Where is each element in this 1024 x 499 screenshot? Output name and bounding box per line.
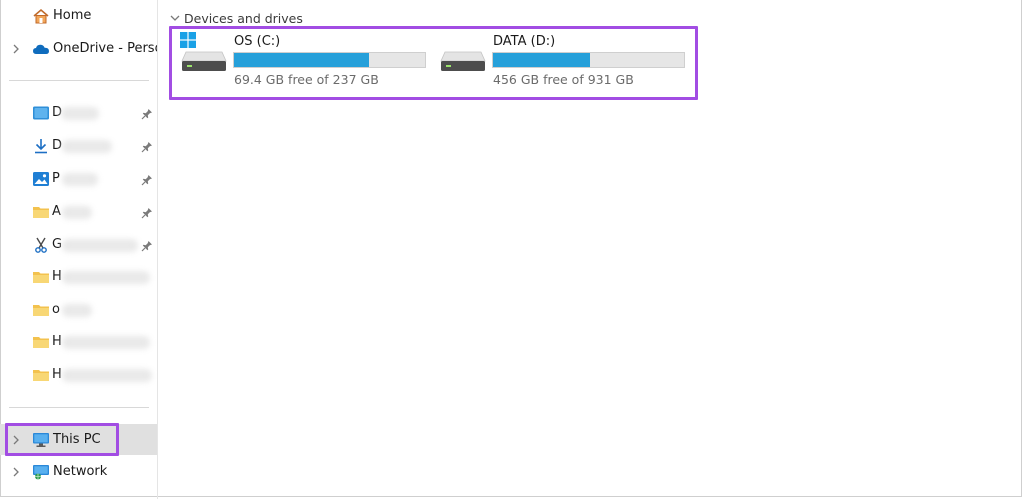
folder-icon — [32, 367, 50, 383]
pin-icon[interactable] — [141, 240, 153, 252]
folder-icon — [32, 269, 50, 285]
sidebar-item-folder-a[interactable]: A — [0, 199, 157, 225]
redacted-text — [62, 140, 112, 153]
sidebar-item-label: A — [52, 204, 61, 219]
nav-home-label: Home — [53, 8, 92, 23]
redacted-text — [62, 304, 92, 317]
sidebar-item-label: G — [52, 237, 63, 252]
chevron-right-icon[interactable] — [10, 43, 22, 55]
nav-onedrive[interactable]: OneDrive - Person — [0, 36, 157, 62]
redacted-text — [62, 336, 150, 349]
section-title: Devices and drives — [184, 10, 303, 26]
sidebar-item-label: H — [52, 367, 62, 382]
redacted-text — [61, 107, 99, 120]
navigation-pane: Home OneDrive - Person D D — [0, 0, 158, 499]
network-icon — [32, 464, 50, 480]
sidebar-item-pictures[interactable]: P — [0, 166, 157, 192]
nav-home[interactable]: Home — [0, 3, 157, 29]
pictures-icon — [32, 171, 50, 187]
redacted-text — [62, 271, 150, 284]
devices-and-drives-header[interactable]: Devices and drives — [169, 9, 303, 27]
pin-icon[interactable] — [141, 108, 153, 120]
sidebar-item-desktop[interactable]: D — [0, 100, 157, 126]
chevron-down-icon[interactable] — [169, 12, 181, 24]
sidebar-item-folder-h2[interactable]: H — [0, 329, 157, 355]
desktop-icon — [32, 105, 50, 121]
sidebar-item-label: D — [52, 138, 63, 153]
download-icon — [32, 138, 50, 154]
chevron-right-icon[interactable] — [10, 466, 22, 478]
nav-onedrive-label: OneDrive - Person — [53, 41, 157, 56]
nav-network-label: Network — [53, 464, 108, 479]
sidebar-divider — [9, 407, 149, 408]
sidebar-item-folder-o[interactable]: o — [0, 297, 157, 323]
sidebar-item-label: H — [52, 269, 62, 284]
pin-icon[interactable] — [141, 174, 153, 186]
nav-network[interactable]: Network — [0, 459, 157, 485]
folder-icon — [32, 334, 50, 350]
cloud-icon — [32, 41, 50, 57]
sidebar-item-folder-h1[interactable]: H — [0, 264, 157, 290]
sidebar-item-label: P — [52, 171, 60, 186]
home-icon — [32, 8, 50, 24]
redacted-text — [62, 239, 138, 252]
folder-icon — [32, 204, 50, 220]
sidebar-item-folder-h3[interactable]: H — [0, 362, 157, 388]
redacted-text — [62, 369, 152, 382]
drives-highlight-box — [169, 26, 698, 100]
folder-icon — [32, 302, 50, 318]
sidebar-item-downloads[interactable]: D — [0, 133, 157, 159]
sidebar-item-label: H — [52, 334, 62, 349]
pin-icon[interactable] — [141, 207, 153, 219]
sidebar-item-label: o — [52, 302, 60, 317]
redacted-text — [62, 173, 98, 186]
sidebar-item-g[interactable]: G — [0, 232, 157, 258]
sidebar-divider — [9, 80, 149, 81]
this-pc-highlight-box — [5, 423, 119, 456]
pin-icon[interactable] — [141, 141, 153, 153]
redacted-text — [62, 206, 92, 219]
scissors-icon — [32, 237, 50, 253]
